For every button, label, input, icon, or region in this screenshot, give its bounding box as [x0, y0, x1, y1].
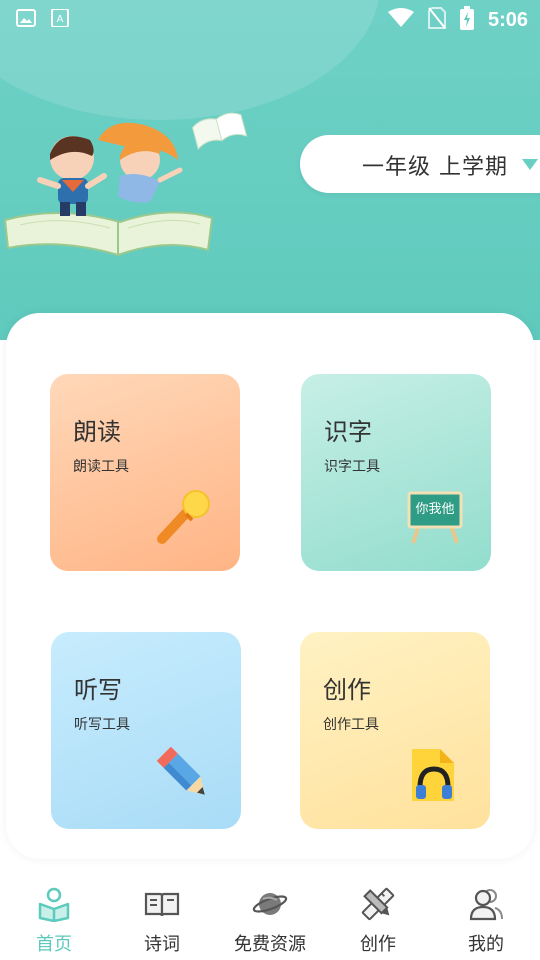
nav-home[interactable]: 首页	[0, 872, 108, 960]
pen-ruler-icon	[360, 886, 396, 922]
nav-label: 诗词	[144, 934, 180, 955]
kids-reading-illustration	[3, 112, 248, 257]
nav-label: 我的	[468, 934, 504, 955]
microphone-icon	[156, 489, 212, 549]
wifi-icon	[387, 8, 414, 33]
semester-selector[interactable]: 一年级 上学期	[300, 135, 540, 193]
image-icon	[16, 8, 36, 27]
tool-title: 朗读	[73, 418, 121, 446]
tool-subtitle: 听写工具	[74, 717, 130, 733]
status-bar: A 5:06	[0, 0, 540, 36]
pencil-icon	[156, 746, 213, 807]
nav-label: 首页	[36, 934, 72, 955]
planet-icon	[252, 886, 288, 922]
header-banner: A 5:06 一年级 上学期	[0, 0, 540, 340]
nav-label: 免费资源	[234, 934, 306, 955]
tool-subtitle: 创作工具	[323, 717, 379, 733]
book-icon	[144, 886, 180, 922]
bottom-nav: 首页 诗词 免费资源 创作 我的	[0, 872, 540, 960]
blackboard-text: 你我他	[415, 502, 454, 517]
tool-title: 创作	[323, 676, 371, 704]
status-time: 5:06	[487, 9, 528, 31]
reader-icon	[36, 886, 72, 923]
nav-create[interactable]: 创作	[324, 872, 432, 960]
nav-poetry[interactable]: 诗词	[108, 872, 216, 960]
battery-charging-icon	[459, 6, 474, 35]
no-sim-icon	[427, 7, 446, 34]
text-icon: A	[50, 8, 70, 28]
semester-label: 一年级 上学期	[362, 155, 508, 180]
audio-file-icon	[406, 747, 462, 807]
tool-subtitle: 朗读工具	[73, 459, 129, 475]
tool-card-read-aloud[interactable]: 朗读 朗读工具	[50, 374, 240, 571]
tool-card-creation[interactable]: 创作 创作工具	[300, 632, 490, 829]
nav-label: 创作	[360, 934, 396, 955]
nav-profile[interactable]: 我的	[432, 872, 540, 960]
chevron-down-icon	[522, 159, 538, 170]
blackboard-icon: 你我他	[407, 489, 463, 549]
tool-card-dictation[interactable]: 听写 听写工具	[51, 632, 241, 829]
svg-text:A: A	[57, 14, 64, 25]
tool-subtitle: 识字工具	[324, 459, 380, 475]
nav-free-resources[interactable]: 免费资源	[216, 872, 324, 960]
tool-title: 识字	[324, 418, 372, 446]
user-icon	[468, 886, 504, 922]
tool-card-literacy[interactable]: 识字 识字工具 你我他	[301, 374, 491, 571]
tool-title: 听写	[74, 676, 122, 704]
